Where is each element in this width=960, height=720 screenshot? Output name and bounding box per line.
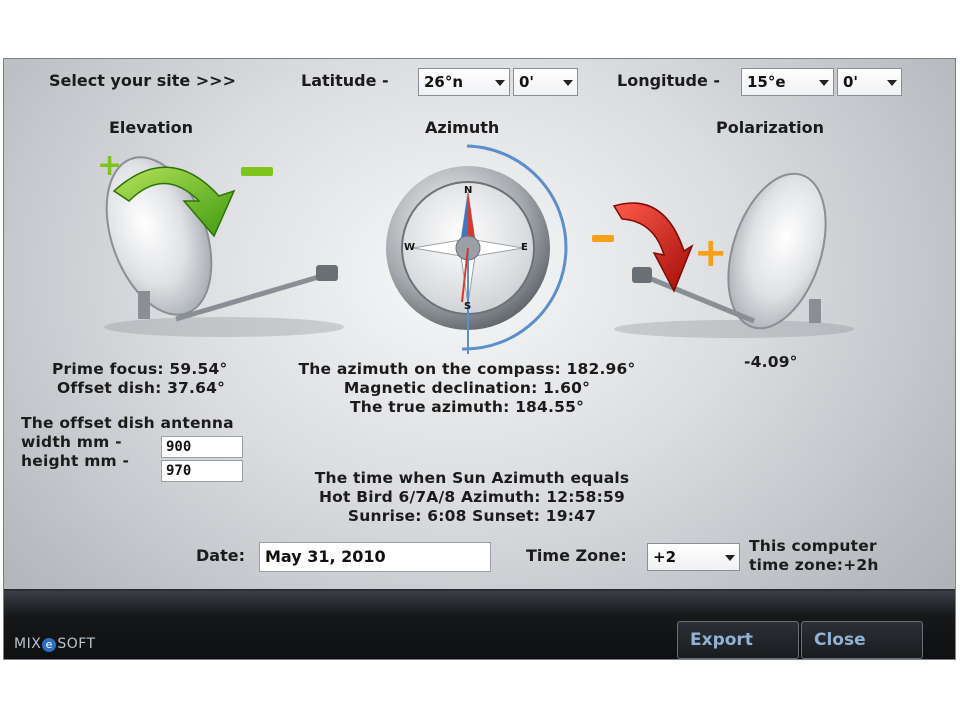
antenna-title: The offset dish antenna xyxy=(21,414,234,432)
longitude-label: Longitude - xyxy=(617,71,721,90)
logo-text-left: MIX xyxy=(14,636,42,652)
latitude-minute-value: 0' xyxy=(519,73,535,91)
compass-south-label: S xyxy=(464,301,472,312)
latitude-label: Latitude - xyxy=(301,71,389,90)
antenna-height-input[interactable]: 970 xyxy=(161,460,243,482)
longitude-minute-value: 0' xyxy=(843,73,859,91)
chevron-down-icon xyxy=(725,555,735,561)
chevron-down-icon xyxy=(819,80,829,86)
date-input[interactable]: May 31, 2010 xyxy=(259,542,491,572)
computer-timezone-note-line2: time zone:+2h xyxy=(749,556,879,574)
elevation-minus-icon[interactable] xyxy=(241,167,273,176)
antenna-height-label: height mm - xyxy=(21,452,130,470)
sunrise-sunset-line: Sunrise: 6:08 Sunset: 19:47 xyxy=(347,507,597,525)
elevation-dish-graphic xyxy=(104,156,344,337)
sun-azimuth-line1: The time when Sun Azimuth equals xyxy=(314,469,630,487)
latitude-degree-value: 26°n xyxy=(424,73,464,91)
app-window: Select your site >>> Latitude - 26°n 0' … xyxy=(3,58,956,660)
sun-azimuth-line2: Hot Bird 6/7A/8 Azimuth: 12:58:59 xyxy=(318,488,626,506)
latitude-minute-select[interactable]: 0' xyxy=(513,68,578,96)
compass-west-label: W xyxy=(404,242,416,253)
logo-e-mark: e xyxy=(42,638,57,652)
select-site-label: Select your site >>> xyxy=(49,71,236,90)
export-button[interactable]: Export xyxy=(677,621,799,659)
longitude-minute-select[interactable]: 0' xyxy=(837,68,902,96)
latitude-degree-select[interactable]: 26°n xyxy=(418,68,510,96)
logo-text-right: SOFT xyxy=(57,636,96,652)
polarization-heading: Polarization xyxy=(716,118,824,137)
compass-east-label: E xyxy=(521,242,528,253)
polarization-minus-icon[interactable] xyxy=(592,235,614,242)
footer-bar: MIX e SOFT Export Close xyxy=(4,589,955,659)
date-label: Date: xyxy=(196,546,245,565)
chevron-down-icon xyxy=(563,80,573,86)
time-zone-label: Time Zone: xyxy=(526,546,627,565)
elevation-plus-icon[interactable]: + xyxy=(97,151,122,181)
longitude-degree-value: 15°e xyxy=(747,73,786,91)
polarization-plus-icon[interactable]: + xyxy=(694,233,728,273)
elevation-heading: Elevation xyxy=(109,118,194,137)
mixesoft-logo: MIX e SOFT xyxy=(14,636,96,652)
offset-dish-value: Offset dish: 37.64° xyxy=(57,379,226,397)
compass-north-label: N xyxy=(464,185,473,196)
time-zone-select[interactable]: +2 xyxy=(647,543,740,571)
azimuth-heading: Azimuth xyxy=(425,118,500,137)
antenna-width-label: width mm - xyxy=(21,433,122,451)
close-button[interactable]: Close xyxy=(801,621,923,659)
true-azimuth-value: The true azimuth: 184.55° xyxy=(349,398,585,416)
prime-focus-value: Prime focus: 59.54° xyxy=(52,360,228,378)
antenna-width-input[interactable]: 900 xyxy=(161,436,243,458)
time-zone-value: +2 xyxy=(653,548,677,566)
computer-timezone-note-line1: This computer xyxy=(749,537,877,555)
chevron-down-icon xyxy=(887,80,897,86)
chevron-down-icon xyxy=(495,80,505,86)
polarization-value: -4.09° xyxy=(744,353,798,371)
azimuth-on-compass-value: The azimuth on the compass: 182.96° xyxy=(298,360,636,378)
magnetic-declination-value: Magnetic declination: 1.60° xyxy=(343,379,591,397)
longitude-degree-select[interactable]: 15°e xyxy=(741,68,834,96)
